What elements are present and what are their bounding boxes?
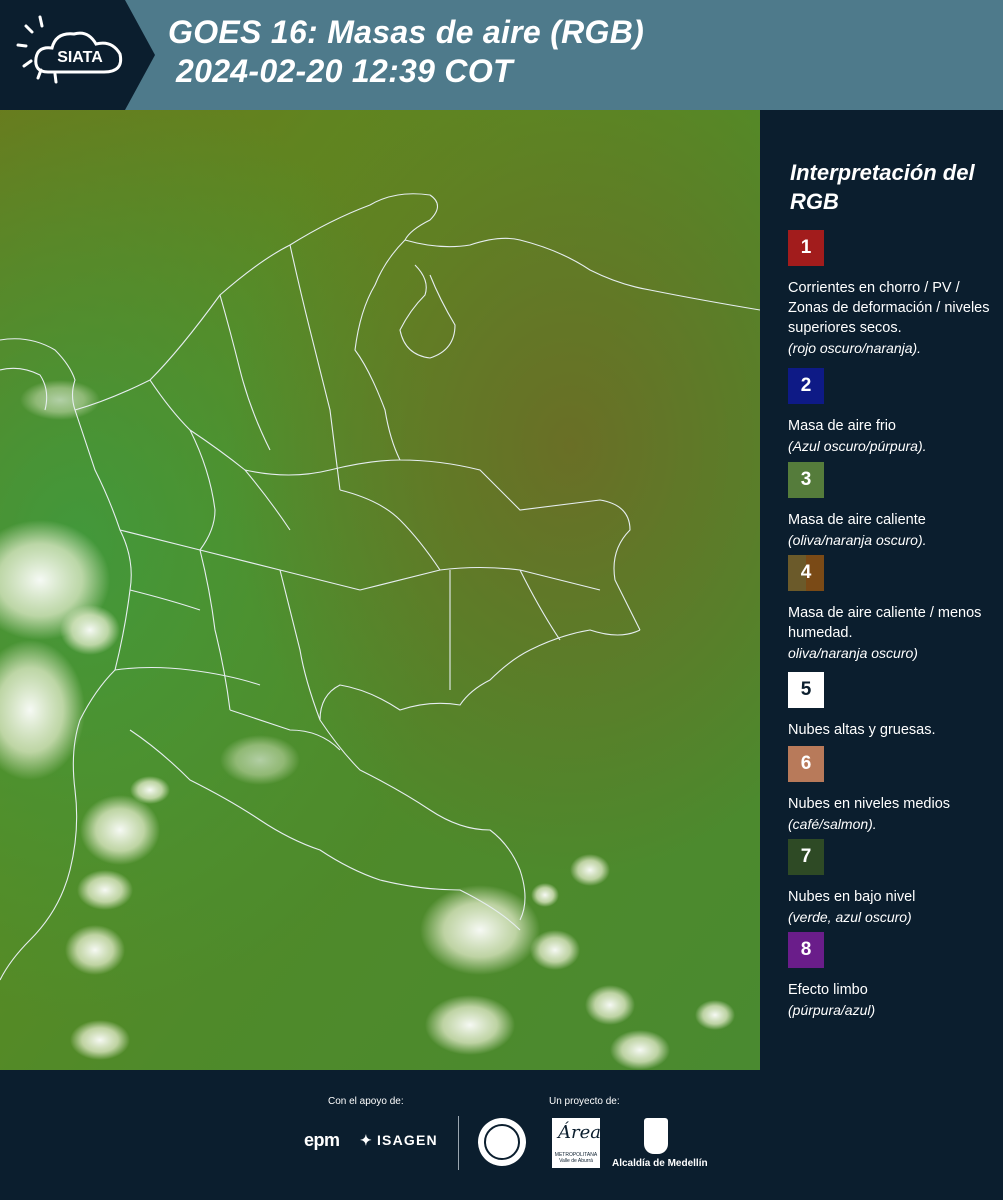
support-label: Con el apoyo de:: [328, 1096, 404, 1107]
legend-title: Interpretación del RGB: [790, 160, 975, 214]
legend-item-8: 8 Efecto limbo (púrpura/azul): [788, 932, 1000, 1020]
legend-swatch-5: 5: [788, 672, 824, 708]
area-metropolitana-logo: Área METROPOLITANA Valle de Aburrá: [552, 1118, 601, 1168]
satellite-map: [0, 110, 760, 1070]
legend-item-7: 7 Nubes en bajo nivel (verde, azul oscur…: [788, 839, 1000, 927]
legend-swatch-2: 2: [788, 368, 824, 404]
legend-item-4: 4 Masa de aire caliente / menos humedad.…: [788, 555, 1000, 663]
legend-text-2: Masa de aire frio (Azul oscuro/púrpura).: [788, 418, 927, 454]
legend-text-1: Corrientes en chorro / PV / Zonas de def…: [788, 280, 990, 356]
legend-swatch-3: 3: [788, 462, 824, 498]
epm-logo: epm: [304, 1130, 340, 1150]
siata-logo-text: SIATA: [57, 49, 103, 66]
legend-text-3: Masa de aire caliente (oliva/naranja osc…: [788, 512, 927, 548]
project-label: Un proyecto de:: [549, 1096, 620, 1107]
legend-text-4: Masa de aire caliente / menos humedad. o…: [788, 605, 982, 661]
footer-divider: [458, 1116, 459, 1170]
legend-item-1: 1 Corrientes en chorro / PV / Zonas de d…: [788, 230, 1000, 358]
alcaldia-shield-icon: [644, 1118, 668, 1154]
page-title: GOES 16: Masas de aire (RGB): [168, 14, 645, 50]
legend-swatch-6: 6: [788, 746, 824, 782]
legend-panel: Interpretación del RGB 1 Corrientes en c…: [760, 110, 1003, 1070]
isagen-mark-icon: ✦: [360, 1132, 373, 1148]
gobernacion-seal-icon: [478, 1118, 526, 1166]
isagen-logo: ✦ ISAGEN: [360, 1132, 438, 1148]
legend-swatch-1: 1: [788, 230, 824, 266]
footer: Con el apoyo de: Un proyecto de: epm ✦ IS…: [0, 1070, 1003, 1200]
legend-text-5: Nubes altas y gruesas.: [788, 722, 936, 738]
legend-item-6: 6 Nubes en niveles medios (café/salmon).: [788, 746, 1000, 834]
legend-swatch-7: 7: [788, 839, 824, 875]
timestamp: 2024-02-20 12:39 COT: [176, 53, 513, 89]
legend-item-5: 5 Nubes altas y gruesas.: [788, 672, 1000, 740]
header-bar: SIATA GOES 16: Masas de aire (RGB) 2024-…: [0, 0, 1003, 110]
alcaldia-label: Alcaldía de Medellín: [612, 1158, 708, 1169]
legend-text-7: Nubes en bajo nivel (verde, azul oscuro): [788, 889, 916, 925]
legend-item-3: 3 Masa de aire caliente (oliva/naranja o…: [788, 462, 1000, 550]
legend-swatch-8: 8: [788, 932, 824, 968]
siata-logo: SIATA: [0, 0, 155, 110]
legend-text-8: Efecto limbo (púrpura/azul): [788, 982, 876, 1018]
legend-text-6: Nubes en niveles medios (café/salmon).: [788, 796, 951, 832]
legend-swatch-4: 4: [788, 555, 824, 591]
legend-item-2: 2 Masa de aire frio (Azul oscuro/púrpura…: [788, 368, 1000, 456]
